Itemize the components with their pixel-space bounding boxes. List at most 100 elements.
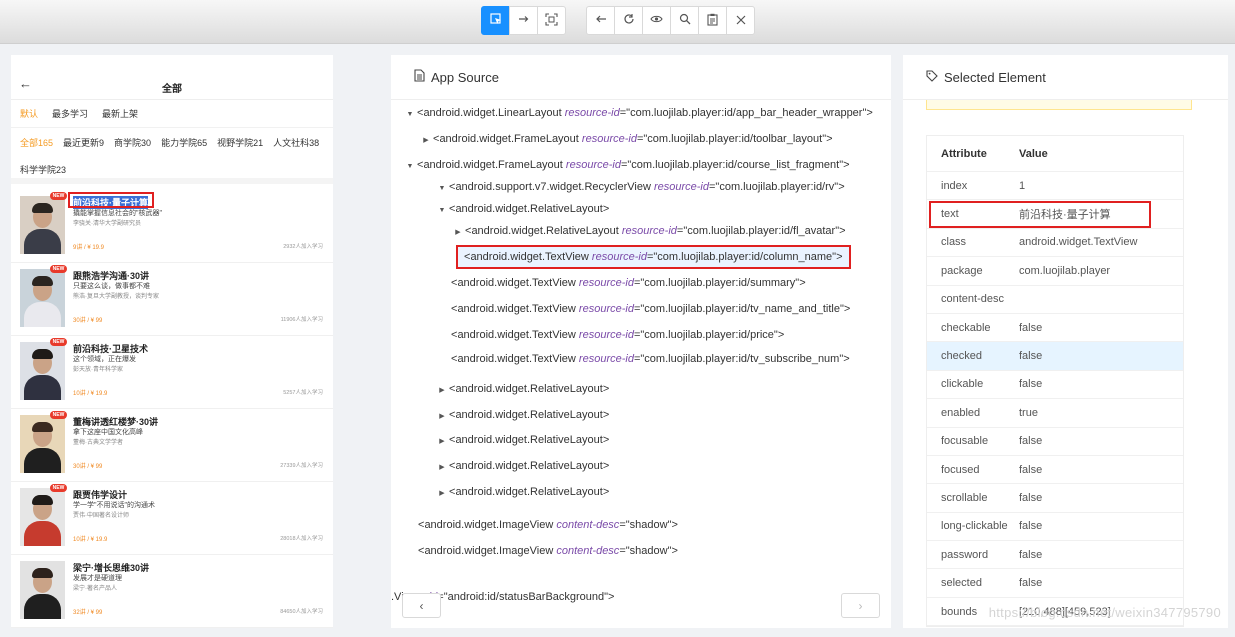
expand-right-icon[interactable]: ▶ bbox=[451, 224, 465, 242]
tree-node[interactable]: ▶ <android.widget.FrameLayout resource-id… bbox=[419, 130, 832, 150]
tree-node[interactable]: <android.widget.ImageView content-desc="… bbox=[418, 542, 678, 560]
expand-right-icon[interactable]: ▶ bbox=[435, 485, 449, 503]
category-tab[interactable]: 人文社科38 bbox=[273, 136, 319, 152]
attribute-value: false bbox=[1019, 463, 1043, 476]
back-arrow-button[interactable] bbox=[586, 6, 615, 35]
expand-right-icon[interactable]: ▶ bbox=[435, 459, 449, 477]
tree-node[interactable]: <android.widget.TextView resource-id="co… bbox=[456, 245, 851, 269]
attribute-table: Attribute Value index 1 text 前沿科技·量子计算 class… bbox=[926, 135, 1184, 628]
expand-down-icon[interactable]: ▼ bbox=[403, 106, 417, 124]
course-item[interactable]: 梁宁·增长思维30讲 发展才是硬道理 梁宁·著名产品人 32讲 / ¥ 99 84650… bbox=[11, 555, 333, 628]
swipe-button[interactable] bbox=[509, 6, 538, 35]
node-tag: android.widget.RelativeLayout bbox=[455, 460, 603, 472]
attribute-row[interactable]: scrollable false bbox=[927, 484, 1183, 513]
scroll-right-button[interactable]: › bbox=[841, 593, 880, 618]
attribute-value: false bbox=[1019, 350, 1043, 363]
attribute-row[interactable]: index 1 bbox=[927, 172, 1183, 201]
tree-node[interactable]: ▼ <android.support.v7.widget.RecyclerView… bbox=[435, 178, 845, 196]
tree-node[interactable]: <android.widget.TextView resource-id="co… bbox=[451, 350, 850, 368]
expand-down-icon[interactable]: ▼ bbox=[435, 202, 449, 220]
attribute-name: checkable bbox=[941, 321, 991, 334]
attribute-row[interactable]: checked false bbox=[927, 342, 1183, 371]
node-tag: android.widget.TextView bbox=[457, 277, 576, 289]
new-badge: NEW bbox=[50, 484, 67, 492]
node-attr-name: resource-id bbox=[565, 159, 621, 171]
course-item[interactable]: NEW 董梅讲透红楼梦·30讲 拿下这座中国文化高峰 董梅·古典文学学者 30讲 / ¥… bbox=[11, 409, 333, 482]
attribute-row[interactable]: checkable false bbox=[927, 314, 1183, 343]
refresh-button[interactable] bbox=[614, 6, 643, 35]
attribute-row[interactable]: focused false bbox=[927, 456, 1183, 485]
tree-node[interactable]: ▶ <android.widget.RelativeLayout> bbox=[435, 483, 609, 501]
eye-icon bbox=[650, 13, 663, 28]
attribute-row[interactable]: content-desc bbox=[927, 286, 1183, 314]
attribute-row[interactable]: selected false bbox=[927, 569, 1183, 598]
course-item[interactable]: NEW 跟熊浩学沟通·30讲 只要这么谈，做事都不难 熊浩·复旦大学副教授，谈判专家 3… bbox=[11, 263, 333, 336]
attribute-row[interactable]: enabled true bbox=[927, 399, 1183, 428]
tree-node[interactable]: ▶ <android.widget.RelativeLayout> bbox=[435, 406, 609, 424]
tree-node[interactable]: <android.widget.ImageView content-desc="… bbox=[418, 516, 678, 534]
attribute-column-header: Attribute bbox=[941, 147, 987, 160]
clipboard-button[interactable] bbox=[698, 6, 727, 35]
expand-down-icon[interactable]: ▼ bbox=[435, 180, 449, 198]
category-tab[interactable]: 能力学院65 bbox=[161, 136, 207, 152]
tree-node[interactable]: ▼ <android.widget.LinearLayout resource-i… bbox=[403, 104, 873, 122]
sort-tab[interactable]: 默认 bbox=[20, 107, 38, 120]
category-tab[interactable]: 商学院30 bbox=[114, 136, 151, 152]
tree-node[interactable]: ▶ <android.widget.RelativeLayout> bbox=[435, 431, 609, 449]
node-attr-name: resource-id bbox=[578, 277, 634, 289]
course-summary: 学一学"不用说话"的沟通术 bbox=[73, 502, 155, 509]
attribute-name: clickable bbox=[941, 378, 984, 391]
tree-node[interactable]: ▼ <android.widget.RelativeLayout> bbox=[435, 200, 610, 220]
category-tab[interactable]: 科学学院23 bbox=[20, 163, 66, 179]
category-tab[interactable]: 全部165 bbox=[20, 136, 53, 152]
device-screenshot-panel[interactable]: ← 全部 默认 最多学习 最新上架 全部165 最近更新9 商学院30 能力学院65 视野学… bbox=[11, 55, 333, 628]
expand-down-icon[interactable]: ▼ bbox=[403, 158, 417, 176]
refresh-icon bbox=[623, 13, 635, 28]
course-item[interactable]: NEW 前沿科技·量子计算 撬能掌握信息社会的"核武器" 李骁关·清华大学副研究员 9讲… bbox=[11, 190, 333, 263]
course-item[interactable]: NEW 跟贾伟学设计 学一学"不用说话"的沟通术 贾伟·中国著名设计师 10讲 / ¥ … bbox=[11, 482, 333, 555]
course-avatar bbox=[20, 561, 65, 619]
back-arrow-icon bbox=[595, 13, 607, 28]
swipe-icon bbox=[518, 13, 530, 28]
attribute-row[interactable]: clickable false bbox=[927, 371, 1183, 400]
attribute-row[interactable]: package com.luojilab.player bbox=[927, 257, 1183, 286]
node-attr-value: com.luojilab.player:id/column_name bbox=[657, 251, 833, 263]
expand-right-icon[interactable]: ▶ bbox=[435, 433, 449, 451]
node-tag: android.widget.TextView bbox=[457, 303, 576, 315]
sort-tab[interactable]: 最新上架 bbox=[102, 107, 138, 120]
tree-node[interactable]: <android.widget.TextView resource-id="co… bbox=[451, 300, 850, 318]
tag-icon bbox=[926, 69, 938, 85]
course-subscribers: 28018人加入学习 bbox=[280, 536, 323, 542]
scroll-left-button[interactable]: ‹ bbox=[402, 593, 441, 618]
tree-node[interactable]: <android.widget.TextView resource-id="co… bbox=[451, 274, 806, 292]
close-button[interactable] bbox=[726, 6, 755, 35]
attribute-row[interactable]: focusable false bbox=[927, 428, 1183, 456]
attribute-row[interactable]: text 前沿科技·量子计算 bbox=[927, 200, 1183, 229]
new-badge: NEW bbox=[50, 192, 67, 200]
category-tab[interactable]: 最近更新9 bbox=[63, 136, 104, 152]
expand-right-icon[interactable]: ▶ bbox=[435, 408, 449, 426]
new-badge: NEW bbox=[50, 338, 67, 346]
expand-right-icon[interactable]: ▶ bbox=[419, 132, 433, 150]
course-summary: 只要这么谈，做事都不难 bbox=[73, 283, 150, 290]
node-attr-name: resource-id bbox=[621, 225, 677, 237]
select-element-button[interactable] bbox=[481, 6, 510, 35]
course-item[interactable]: NEW 前沿科技·卫星技术 这个领域，正在爆发 彭天放·青年科学家 10讲 / ¥ 19… bbox=[11, 336, 333, 409]
attribute-value: android.widget.TextView bbox=[1019, 236, 1138, 249]
sort-tab[interactable]: 最多学习 bbox=[52, 107, 88, 120]
attribute-row[interactable]: password false bbox=[927, 541, 1183, 570]
tree-node[interactable]: ▼ <android.widget.FrameLayout resource-id… bbox=[403, 156, 850, 174]
tree-node[interactable]: <android.widget.TextView resource-id="co… bbox=[451, 326, 784, 344]
search-button[interactable] bbox=[670, 6, 699, 35]
expand-right-icon[interactable]: ▶ bbox=[435, 382, 449, 400]
eye-button[interactable] bbox=[642, 6, 671, 35]
tree-node[interactable]: ▶ <android.widget.RelativeLayout> bbox=[435, 380, 609, 398]
category-tab[interactable]: 视野学院21 bbox=[217, 136, 263, 152]
screenshot-frame-button[interactable] bbox=[537, 6, 566, 35]
tree-node[interactable]: ▶ <android.widget.RelativeLayout resource… bbox=[451, 222, 845, 242]
attribute-row[interactable]: long-clickable false bbox=[927, 513, 1183, 542]
course-price: 9讲 / ¥ 19.9 bbox=[73, 245, 105, 251]
tree-node[interactable]: ▶ <android.widget.RelativeLayout> bbox=[435, 457, 609, 475]
node-attr-value: com.luojilab.player:id/tv_subscribe_num bbox=[644, 353, 840, 365]
attribute-row[interactable]: class android.widget.TextView bbox=[927, 229, 1183, 258]
